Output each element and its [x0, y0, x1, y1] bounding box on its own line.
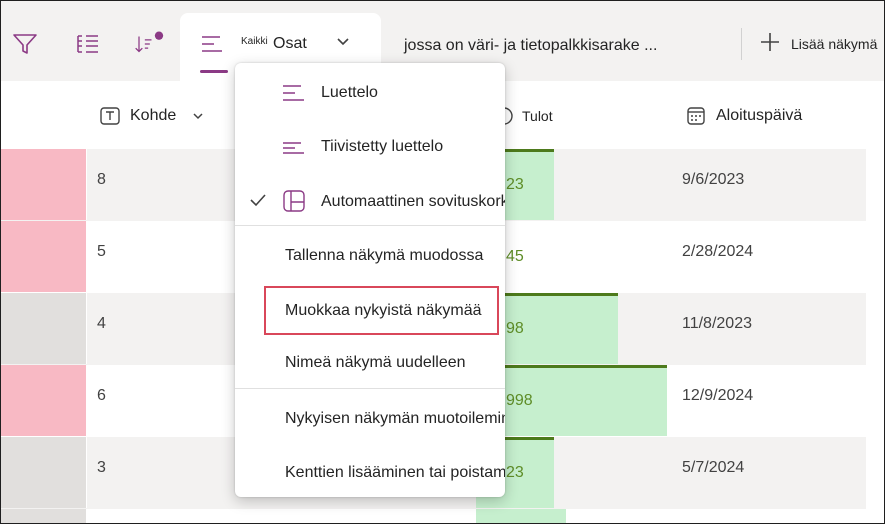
menu-item-label: Tiivistetty luettelo — [321, 138, 444, 155]
compact-list-icon — [282, 137, 306, 164]
cell-divider — [86, 221, 87, 292]
menu-item-tallenna-nakyma[interactable]: Tallenna näkymä muodossa — [235, 233, 505, 281]
menu-item-tiivistetty-luettelo[interactable]: Tiivistetty luettelo — [235, 123, 505, 171]
sort-icon[interactable] — [134, 29, 164, 59]
kohde-cell: 8 — [97, 171, 106, 188]
menu-item-label: Nykyisen näkymän muotoileminen — [285, 410, 505, 427]
tulot-cell: 45 — [506, 248, 524, 265]
data-bar — [476, 509, 566, 523]
menu-item-kentat[interactable]: Kenttien lisääminen tai poistaminen — [235, 451, 505, 497]
menu-divider — [235, 225, 505, 226]
text-field-icon — [100, 107, 120, 125]
aloituspaiva-cell: 5/7/2024 — [682, 459, 745, 476]
chevron-down-icon[interactable] — [336, 35, 350, 54]
checkmark-icon — [249, 192, 267, 213]
toolbar-divider — [741, 28, 742, 60]
menu-item-label: Kenttien lisääminen tai poistaminen — [285, 464, 505, 481]
view-options-menu: Luettelo Tiivistetty luettelo Automaatti… — [235, 63, 505, 497]
autofit-height-icon — [282, 189, 306, 218]
tab-color-databar-view[interactable]: jossa on väri- ja tietopalkkisarake ... — [404, 37, 657, 55]
aloituspaiva-cell: 2/28/2024 — [682, 243, 754, 260]
menu-item-label: Luettelo — [321, 84, 378, 101]
list-view-icon — [200, 33, 224, 62]
color-cell — [1, 149, 86, 220]
color-cell — [1, 221, 86, 292]
tulot-cell: 98 — [506, 320, 524, 337]
column-header-label: Kohde — [130, 107, 177, 124]
add-view-button[interactable]: Lisää näkymä — [759, 31, 877, 56]
tab-label: Osat — [273, 35, 307, 52]
menu-item-muotoile-nakyma[interactable]: Nykyisen näkymän muotoileminen — [235, 397, 505, 445]
menu-item-label: Automaattinen sovituskorkeus — [321, 193, 505, 210]
app-window: Kaikki Osat jossa on väri- ja tietopalkk… — [0, 0, 885, 524]
column-header-aloituspaiva[interactable]: Aloituspäivä — [687, 97, 802, 135]
menu-item-nimea-uudelleen[interactable]: Nimeä näkymä uudelleen — [235, 341, 505, 389]
tulot-cell: 998 — [506, 392, 533, 409]
row-edge — [866, 437, 884, 509]
list-icon — [282, 83, 306, 110]
row-edge — [866, 149, 884, 221]
cell-divider — [86, 365, 87, 436]
table-row[interactable] — [1, 509, 884, 523]
column-header-kohde[interactable]: Kohde — [100, 97, 204, 135]
aloituspaiva-cell: 9/6/2023 — [682, 171, 745, 188]
kohde-cell: 6 — [97, 387, 106, 404]
kohde-cell: 5 — [97, 243, 106, 260]
filter-icon[interactable] — [10, 29, 40, 59]
color-cell — [1, 509, 86, 523]
menu-item-luettelo[interactable]: Luettelo — [235, 69, 505, 117]
tab-small-label: Kaikki — [241, 36, 268, 47]
chevron-down-icon[interactable] — [192, 110, 204, 122]
active-tab-indicator — [200, 70, 228, 73]
tulot-cell: 23 — [506, 176, 524, 193]
color-cell — [1, 293, 86, 364]
menu-item-label: Nimeä näkymä uudelleen — [285, 354, 466, 371]
row-edge — [866, 293, 884, 365]
menu-divider — [235, 388, 505, 389]
tulot-cell: 23 — [506, 464, 524, 481]
add-view-label: Lisää näkymä — [791, 35, 878, 52]
menu-item-label: Tallenna näkymä muodossa — [285, 247, 484, 264]
aloituspaiva-cell: 12/9/2024 — [682, 387, 754, 404]
cell-divider — [86, 437, 87, 508]
cell-divider — [86, 149, 87, 220]
aloituspaiva-cell: 11/8/2023 — [682, 315, 752, 332]
menu-item-automaattinen-sovituskorkeus[interactable]: Automaattinen sovituskorkeus — [235, 177, 505, 225]
highlight-box — [264, 286, 499, 335]
cell-divider — [86, 293, 87, 364]
kohde-cell: 3 — [97, 459, 106, 476]
group-by-icon[interactable] — [73, 29, 103, 59]
column-header-label: Aloituspäivä — [716, 107, 803, 124]
column-header-label: Tulot — [522, 108, 553, 124]
kohde-cell: 4 — [97, 315, 106, 332]
calendar-icon — [687, 107, 705, 125]
plus-icon — [759, 31, 781, 56]
color-cell — [1, 365, 86, 436]
color-cell — [1, 437, 86, 508]
